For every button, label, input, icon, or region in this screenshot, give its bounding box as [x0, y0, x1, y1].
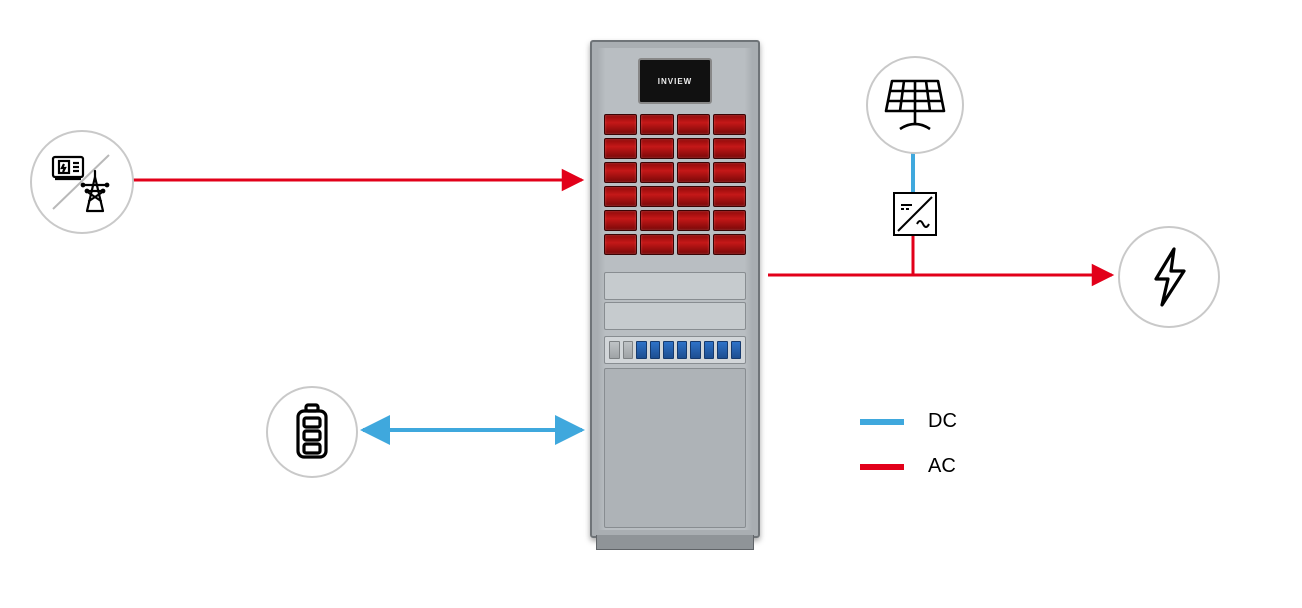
node-inverter	[893, 192, 937, 236]
breaker-row	[604, 336, 746, 364]
legend-ac-label: AC	[928, 455, 956, 478]
power-cabinet: INVIEW	[590, 40, 760, 550]
cabinet-blank-panel	[604, 368, 746, 528]
node-battery	[266, 386, 358, 478]
legend-dc: DC	[860, 410, 957, 433]
grid-genset-icon	[47, 147, 117, 217]
node-load	[1118, 226, 1220, 328]
battery-icon	[292, 403, 332, 461]
legend: DC AC	[860, 410, 957, 500]
legend-dc-label: DC	[928, 410, 957, 433]
distribution-panel-2	[604, 302, 746, 330]
inverter-icon	[895, 194, 935, 234]
rectifier-modules	[604, 114, 746, 255]
legend-dc-swatch	[860, 419, 904, 425]
solar-panel-icon	[882, 75, 948, 135]
cabinet-display: INVIEW	[638, 58, 712, 104]
node-solar	[866, 56, 964, 154]
lightning-icon	[1144, 245, 1194, 309]
distribution-panel-1	[604, 272, 746, 300]
power-system-diagram: INVIEW	[0, 0, 1302, 608]
legend-ac: AC	[860, 455, 957, 478]
legend-ac-swatch	[860, 464, 904, 470]
node-grid-genset	[30, 130, 134, 234]
